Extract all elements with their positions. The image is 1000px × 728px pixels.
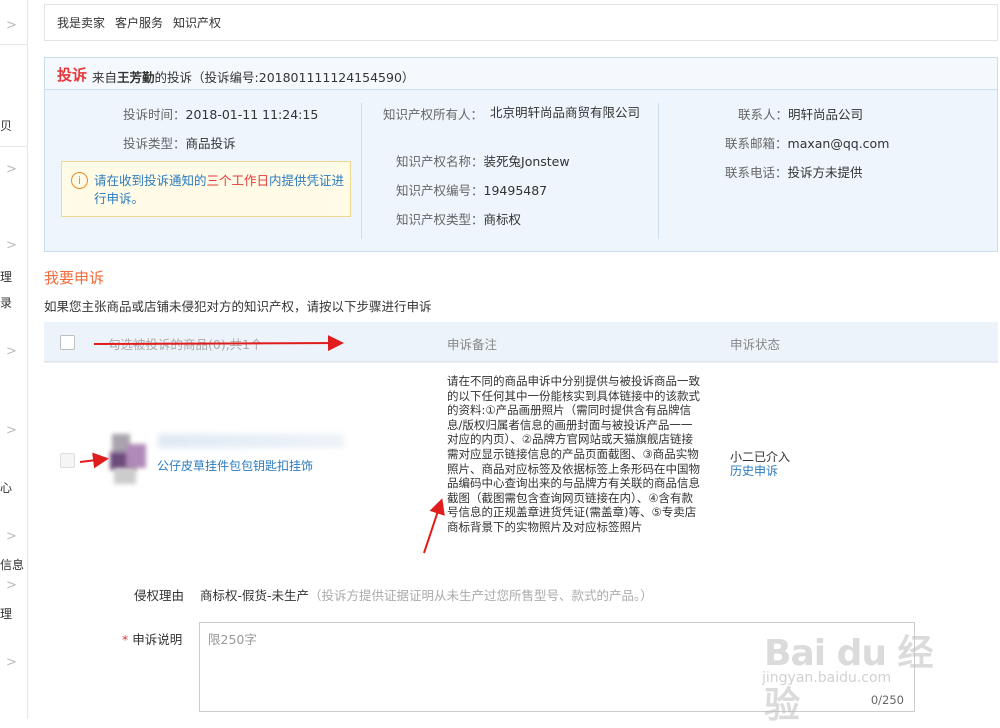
sidebar-item-label[interactable]: 理 (0, 605, 12, 622)
ip-owner: 知识产权所有人： 北京明轩尚品商贸有限公司 (383, 105, 641, 122)
contact-person: 联系人：明轩尚品公司 (738, 107, 864, 122)
chevron-right-icon[interactable]: > (6, 578, 17, 593)
column-header-status: 申诉状态 (730, 337, 781, 352)
appeal-description: 如果您主张商品或店铺未侵犯对方的知识产权，请按以下步骤进行申诉 (44, 299, 432, 314)
chevron-right-icon[interactable]: > (6, 655, 17, 670)
ip-type: 知识产权类型：商标权 (396, 212, 522, 227)
breadcrumb-ip[interactable]: 知识产权 (173, 14, 221, 31)
sidebar-item-label[interactable]: 心 (0, 479, 12, 496)
info-icon: i (71, 172, 88, 189)
arrow-to-remark (423, 498, 445, 554)
arrow-to-checkbox (79, 452, 109, 469)
divider (361, 103, 362, 239)
complainant-name: 王芳勤 (117, 70, 155, 85)
breadcrumb: 我是卖家 客户服务 知识产权 (44, 4, 998, 41)
divider (658, 103, 659, 239)
textarea-placeholder: 限250字 (208, 632, 257, 647)
reason-value: 商标权-假货-未生产（投诉方提供证据证明从未生产过您所售型号、款式的产品。） (200, 588, 653, 603)
complaint-panel: 投诉 来自王芳勤的投诉（投诉编号:201801111124154590） 投诉时… (44, 57, 998, 252)
chevron-right-icon[interactable]: > (6, 344, 17, 359)
appeal-title: 我要申诉 (44, 269, 105, 287)
reason-hint: （投诉方提供证据证明从未生产过您所售型号、款式的产品。） (309, 588, 653, 603)
baidu-watermark: Bai du 经验 jingyan.baidu.com (760, 620, 950, 726)
select-all-checkbox[interactable] (60, 335, 75, 350)
product-thumbnail[interactable] (108, 434, 158, 486)
blurred-text (158, 434, 344, 448)
contact-email: 联系邮箱：maxan@qq.com (725, 136, 890, 151)
column-header-remark: 申诉备注 (447, 337, 498, 352)
reason-label: 侵权理由 (134, 588, 185, 603)
watermark-url: jingyan.baidu.com (762, 670, 892, 686)
product-checkbox[interactable] (60, 453, 75, 468)
sidebar-item-label[interactable]: 理 (0, 268, 12, 285)
chevron-right-icon[interactable]: > (6, 529, 17, 544)
ip-number: 知识产权编号：19495487 (396, 183, 548, 198)
column-header-product: 勾选被投诉的商品(0),共1个 (108, 337, 263, 352)
complaint-title: 投诉 (57, 66, 88, 84)
contact-phone: 联系电话：投诉方未提供 (725, 165, 863, 180)
sidebar-item-label[interactable]: 信息 (0, 556, 24, 573)
deadline-notice: i 请在收到投诉通知的三个工作日内提供凭证进行申诉。 (61, 161, 351, 217)
divider (0, 44, 28, 45)
ip-name: 知识产权名称：装死兔Jonstew (396, 154, 570, 169)
divider (0, 146, 28, 147)
history-appeal-link[interactable]: 历史申诉 (730, 462, 778, 479)
complaint-time: 投诉时间：2018-01-11 11:24:15 (123, 107, 319, 122)
required-icon: * (122, 632, 129, 647)
chevron-right-icon[interactable]: > (6, 423, 17, 438)
chevron-right-icon[interactable]: > (6, 162, 17, 177)
chevron-right-icon[interactable]: > (6, 238, 17, 253)
sidebar-item-label[interactable]: 贝 (0, 117, 12, 134)
table-header: 勾选被投诉的商品(0),共1个 申诉备注 申诉状态 (44, 322, 998, 362)
remark-text: 请在不同的商品申诉中分别提供与被投诉商品一致的以下任何其中一份能核实到具体链接中… (447, 374, 700, 534)
breadcrumb-customer-service[interactable]: 客户服务 (115, 14, 163, 31)
complaint-type: 投诉类型：商品投诉 (123, 136, 236, 151)
complaint-header: 投诉 来自王芳勤的投诉（投诉编号:201801111124154590） (45, 58, 997, 90)
complaint-source: 来自王芳勤的投诉（投诉编号:201801111124154590） (92, 70, 415, 85)
chevron-right-icon[interactable]: > (6, 18, 17, 33)
description-label: * 申诉说明 (122, 632, 183, 647)
notice-text: 请在收到投诉通知的三个工作日内提供凭证进行申诉。 (94, 173, 345, 206)
sidebar-item-label[interactable]: 录 (0, 294, 12, 311)
breadcrumb-seller[interactable]: 我是卖家 (57, 14, 105, 31)
left-sidebar: > 贝 > > 理 录 > > 心 > 信息 > 理 > (0, 0, 28, 719)
product-link[interactable]: 公仔皮草挂件包包钥匙扣挂饰 (157, 457, 313, 474)
divider (44, 362, 998, 363)
